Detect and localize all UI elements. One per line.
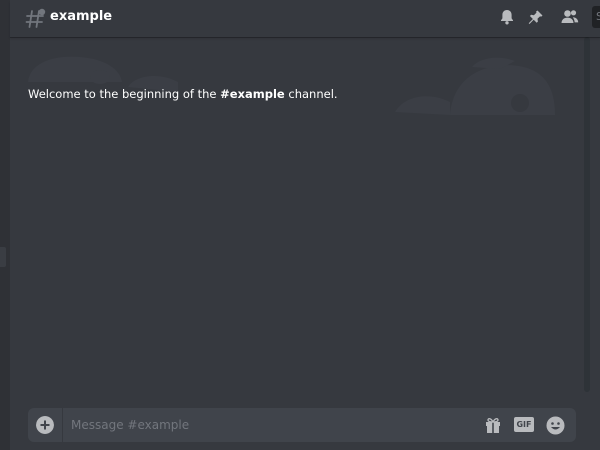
emoji-icon[interactable] xyxy=(546,416,565,435)
message-area: Welcome to the beginning of the #example… xyxy=(10,37,584,392)
server-sidebar-edge xyxy=(0,0,10,450)
pin-icon[interactable] xyxy=(527,8,545,26)
hashtag-icon xyxy=(25,8,46,28)
plus-circle-icon[interactable] xyxy=(36,416,54,434)
channel-header: example S xyxy=(10,0,600,37)
search-input-stub[interactable]: S xyxy=(592,6,600,28)
composer-divider xyxy=(62,408,63,442)
bell-icon[interactable] xyxy=(498,8,516,26)
message-input[interactable] xyxy=(71,415,471,435)
chat-scrollbar[interactable] xyxy=(584,37,590,392)
welcome-message: Welcome to the beginning of the #example… xyxy=(28,87,338,101)
gift-icon[interactable] xyxy=(484,416,502,434)
members-icon[interactable] xyxy=(560,8,580,26)
sidebar-scroll-mark xyxy=(0,247,6,267)
message-composer: GIF xyxy=(28,408,576,442)
channel-title: example xyxy=(50,9,113,24)
gif-icon[interactable]: GIF xyxy=(514,417,534,432)
channel-mention[interactable]: #example xyxy=(220,87,285,101)
